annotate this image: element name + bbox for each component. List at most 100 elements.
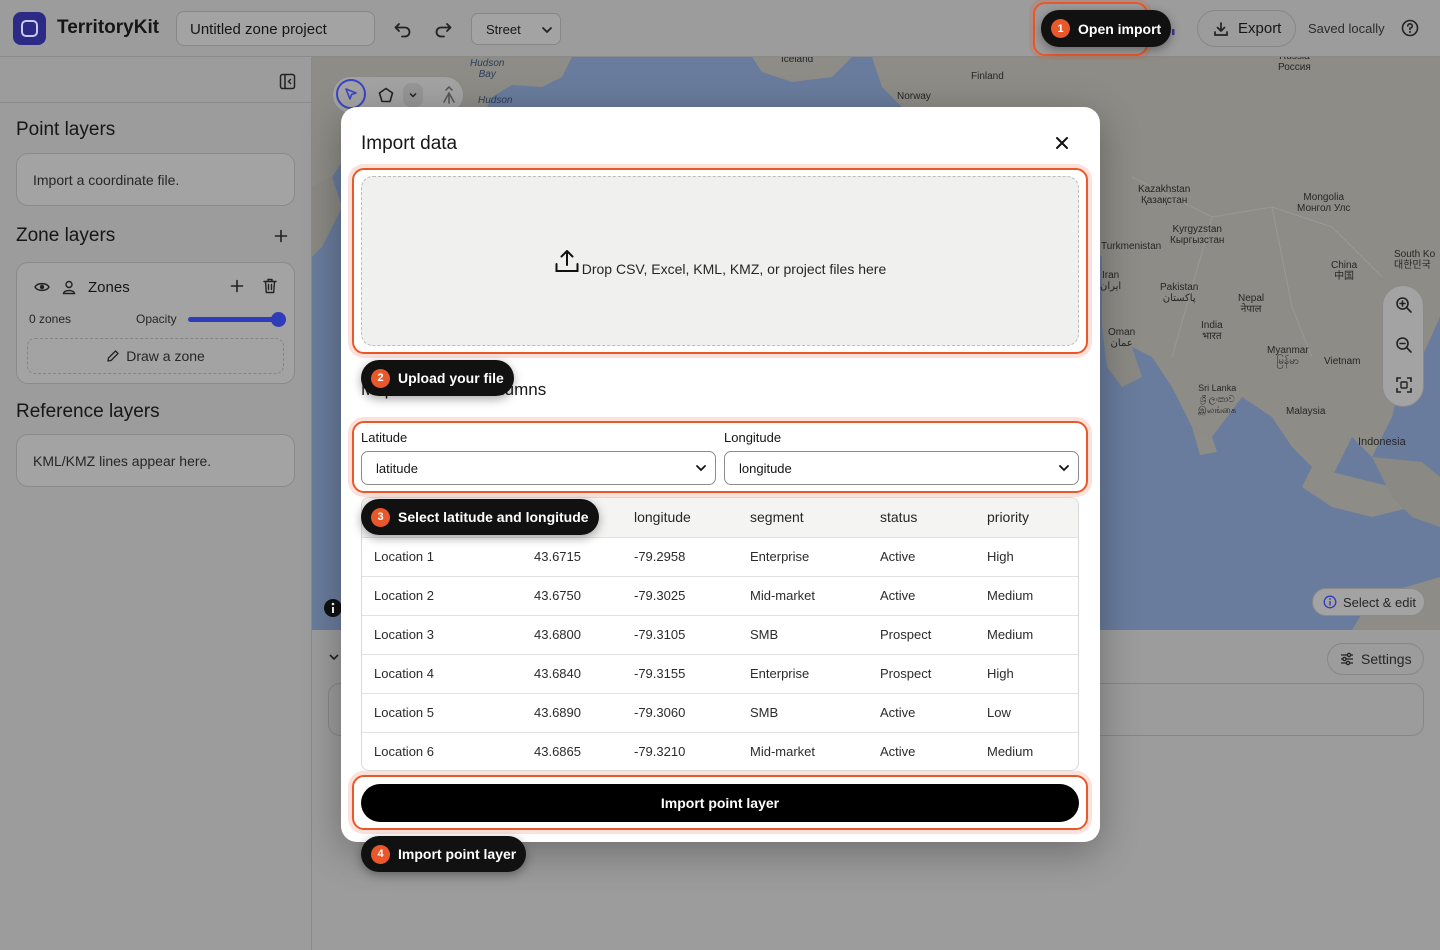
table-cell: 43.6840 <box>522 653 622 693</box>
close-icon[interactable] <box>1054 135 1070 151</box>
reference-layers-title: Reference layers <box>16 401 160 422</box>
info-icon[interactable] <box>323 598 343 618</box>
step-label: Select latitude and longitude <box>398 509 589 525</box>
preview-table: name latitude longitude segment status p… <box>361 497 1079 771</box>
save-status: Saved locally <box>1308 21 1385 36</box>
map-label-pakistan: Pakistan پاکستان <box>1160 282 1199 304</box>
add-zone-icon[interactable] <box>230 279 244 293</box>
select-edit-chip[interactable]: Select & edit <box>1312 588 1425 616</box>
map-label-myanmar: Myanmar မြန်မာ <box>1267 345 1309 367</box>
download-icon <box>1213 21 1229 37</box>
table-cell: Mid-market <box>738 575 868 615</box>
basemap-select[interactable]: Street <box>471 13 561 45</box>
step-number: 2 <box>371 368 390 388</box>
map-label-iceland: Iceland <box>781 57 814 65</box>
table-cell: High <box>975 536 1078 576</box>
highlight-import-button <box>352 775 1088 830</box>
table-cell: -79.3155 <box>622 653 738 693</box>
column-header: status <box>868 498 975 537</box>
step-label: Upload your file <box>398 370 504 386</box>
table-cell: Prospect <box>868 614 975 654</box>
table-cell: Active <box>868 692 975 732</box>
table-cell: -79.3060 <box>622 692 738 732</box>
settings-button[interactable]: Settings <box>1327 643 1424 675</box>
table-cell: -79.3210 <box>622 731 738 770</box>
app-logo-icon <box>13 12 46 45</box>
top-bar: TerritoryKit Untitled zone project Stree… <box>0 0 1440 57</box>
column-header: priority <box>975 498 1078 537</box>
add-zone-layer-icon[interactable] <box>274 229 288 243</box>
project-name-input[interactable]: Untitled zone project <box>176 11 375 46</box>
map-label-russia: Russia Россия <box>1278 57 1311 73</box>
eye-icon[interactable] <box>34 279 50 295</box>
table-cell: 43.6800 <box>522 614 622 654</box>
map-label-hudson-strait: Hudson <box>478 95 513 106</box>
sidebar-collapse-icon[interactable] <box>279 73 296 90</box>
tutorial-step-select-columns: 3 Select latitude and longitude <box>361 499 599 535</box>
table-cell: -79.3105 <box>622 614 738 654</box>
column-header: longitude <box>622 498 738 537</box>
map-label-south-korea: South Ko 대한민국 <box>1394 249 1436 271</box>
map-label-vietnam: Vietnam <box>1324 356 1361 367</box>
chevron-down-icon[interactable] <box>328 651 340 663</box>
map-label-oman: Oman عمان <box>1108 327 1136 349</box>
trash-icon[interactable] <box>263 278 277 294</box>
fit-bounds-icon[interactable] <box>1395 376 1413 394</box>
map-label-india: India भारत <box>1201 320 1223 342</box>
map-label-china: China 中国 <box>1331 260 1358 282</box>
help-icon[interactable] <box>1401 19 1419 37</box>
map-label-sri-lanka: Sri Lanka ශ්‍රී ලංකාව இலங்கை <box>1198 383 1237 415</box>
map-label-kazakhstan: Kazakhstan Қазақстан <box>1138 184 1191 206</box>
table-cell: Enterprise <box>738 653 868 693</box>
table-cell: Location 3 <box>362 614 522 654</box>
redo-icon[interactable] <box>433 19 453 39</box>
table-cell: -79.2958 <box>622 536 738 576</box>
zone-layers-title: Zone layers <box>16 225 116 246</box>
table-cell: -79.3025 <box>622 575 738 615</box>
draw-zone-button[interactable]: Draw a zone <box>27 338 284 374</box>
tutorial-step-open-import[interactable]: 1 Open import <box>1041 10 1172 47</box>
chevron-down-icon[interactable] <box>403 83 423 107</box>
point-layers-title: Point layers <box>16 119 116 140</box>
map-label-kyrgyzstan: Kyrgyzstan Кыргызстан <box>1170 224 1225 246</box>
zoom-in-icon[interactable] <box>1395 296 1413 314</box>
select-tool-icon[interactable] <box>336 79 366 109</box>
table-row: Location 4 43.6840 -79.3155 Enterprise P… <box>362 653 1078 693</box>
polygon-tool-icon[interactable] <box>378 87 394 103</box>
export-button[interactable]: Export <box>1197 10 1296 47</box>
table-cell: SMB <box>738 614 868 654</box>
table-cell: SMB <box>738 692 868 732</box>
sidebar: Point layers Import a coordinate file. Z… <box>0 57 312 950</box>
zoom-controls <box>1382 285 1424 407</box>
table-cell: Enterprise <box>738 536 868 576</box>
map-label-norway: Norway <box>897 91 931 102</box>
table-cell: Active <box>868 575 975 615</box>
map-label-hudson-bay: Hudson Bay <box>470 58 505 80</box>
step-number: 3 <box>371 507 390 527</box>
table-cell: Medium <box>975 614 1078 654</box>
table-cell: Location 2 <box>362 575 522 615</box>
chevron-down-icon <box>541 24 553 36</box>
zone-layer-name: Zones <box>88 279 130 296</box>
user-icon <box>61 279 77 295</box>
map-label-iran: Iran ایران <box>1100 270 1122 292</box>
step-label: Open import <box>1078 20 1162 37</box>
export-label: Export <box>1238 20 1282 37</box>
merge-tool-icon[interactable] <box>441 86 457 104</box>
opacity-slider[interactable] <box>188 312 286 327</box>
map-label-mongolia: Mongolia Монгол Улс <box>1297 192 1351 214</box>
table-cell: 43.6890 <box>522 692 622 732</box>
opacity-slider-thumb[interactable] <box>271 312 286 327</box>
step-number: 1 <box>1051 19 1070 38</box>
undo-icon[interactable] <box>393 19 413 39</box>
table-cell: Location 1 <box>362 536 522 576</box>
table-row: Location 3 43.6800 -79.3105 SMB Prospect… <box>362 614 1078 654</box>
pencil-icon <box>106 349 120 363</box>
point-layers-empty: Import a coordinate file. <box>16 153 295 206</box>
map-label-malaysia: Malaysia <box>1286 406 1326 417</box>
zoom-out-icon[interactable] <box>1395 336 1413 354</box>
settings-label: Settings <box>1361 651 1412 667</box>
column-header: segment <box>738 498 868 537</box>
highlight-dropzone <box>352 168 1088 354</box>
info-circle-icon <box>1323 595 1337 609</box>
